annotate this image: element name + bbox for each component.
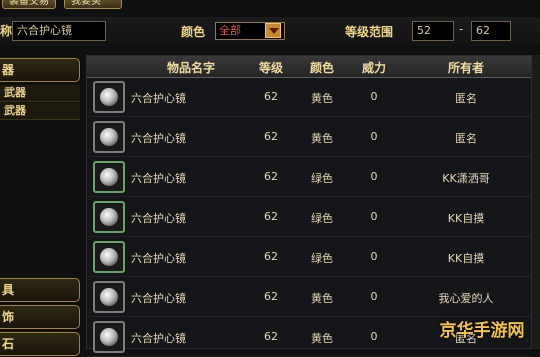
item-table: 物品名字 等级 颜色 威力 所有者 六合护心镜 62 黄色 0 匿名 六合护心镜 62 黄色 0… [86, 55, 532, 357]
filter-bar: 称 六合护心镜 颜色 全部 等级范围 52 - 62 [0, 17, 540, 47]
cell-item-name: 六合护心镜 [131, 132, 186, 145]
cell-level: 62 [264, 330, 278, 343]
item-name-input[interactable]: 六合护心镜 [12, 21, 106, 41]
cell-item-name: 六合护心镜 [131, 92, 186, 105]
header-color: 颜色 [309, 61, 334, 75]
cell-level: 62 [264, 250, 278, 263]
cell-color: 绿色 [311, 172, 333, 185]
cell-power: 0 [370, 250, 378, 263]
sidebar-item-tools[interactable]: 具 [0, 278, 80, 302]
color-select-value: 全部 [219, 24, 241, 37]
mirror-item-icon[interactable] [93, 81, 125, 113]
cell-owner: KK自摸 [447, 252, 485, 265]
cell-color: 绿色 [311, 252, 333, 265]
sidebar-subitem-weapon-1[interactable]: 武器 [0, 85, 80, 102]
mirror-item-icon[interactable] [93, 121, 125, 153]
cell-color: 绿色 [311, 212, 333, 225]
header-power: 威力 [361, 61, 386, 75]
level-separator: - [459, 22, 464, 36]
category-sidebar: 器 武器 武器 具 饰 石 [0, 54, 82, 356]
cell-color: 黄色 [311, 92, 333, 105]
cell-level: 62 [264, 210, 278, 223]
level-max-input[interactable]: 62 [471, 21, 511, 41]
mirror-item-icon[interactable] [93, 281, 125, 313]
cell-level: 62 [264, 130, 278, 143]
table-row[interactable]: 六合护心镜 62 绿色 0 KK潇洒哥 [87, 158, 531, 197]
tab-equipment-trade[interactable]: 装备交易 [2, 0, 56, 9]
cell-item-name: 六合护心镜 [131, 292, 186, 305]
table-scrollbar[interactable] [532, 55, 540, 349]
color-label: 颜色 [181, 25, 206, 39]
level-min-input[interactable]: 52 [412, 21, 454, 41]
cell-power: 0 [370, 290, 378, 303]
name-label: 称 [0, 24, 13, 38]
cell-item-name: 六合护心镜 [131, 172, 186, 185]
table-row[interactable]: 六合护心镜 62 绿色 0 KK自摸 [87, 198, 531, 237]
cell-item-name: 六合护心镜 [131, 252, 186, 265]
sidebar-item-accessories[interactable]: 饰 [0, 305, 80, 329]
chevron-down-icon[interactable] [265, 23, 281, 38]
sidebar-item-weapons[interactable]: 器 [0, 58, 80, 82]
level-range-label: 等级范围 [345, 25, 394, 39]
tab-buy[interactable]: 我要买 [64, 0, 122, 9]
mirror-item-icon[interactable] [93, 201, 125, 233]
table-row[interactable]: 六合护心镜 62 黄色 0 匿名 [87, 78, 531, 117]
cell-owner: 匿名 [455, 92, 477, 105]
table-row[interactable]: 六合护心镜 62 绿色 0 KK自摸 [87, 238, 531, 277]
mirror-item-icon[interactable] [93, 321, 125, 353]
cell-color: 黄色 [311, 332, 333, 345]
watermark: 京华手游网 [439, 321, 525, 341]
cell-owner: KK自摸 [447, 212, 485, 225]
cell-power: 0 [370, 90, 378, 103]
sidebar-item-stones[interactable]: 石 [0, 332, 80, 356]
cell-power: 0 [370, 330, 378, 343]
cell-power: 0 [370, 170, 378, 183]
cell-color: 黄色 [311, 132, 333, 145]
header-level: 等级 [258, 61, 283, 75]
top-tabs: 装备交易 我要买 [0, 0, 540, 16]
cell-item-name: 六合护心镜 [131, 332, 186, 345]
cell-owner: KK潇洒哥 [442, 172, 490, 185]
mirror-item-icon[interactable] [93, 161, 125, 193]
table-row[interactable]: 六合护心镜 62 黄色 0 我心爱的人 [87, 278, 531, 317]
header-owner: 所有者 [447, 61, 484, 75]
cell-owner: 我心爱的人 [438, 292, 494, 305]
sidebar-subitem-weapon-2[interactable]: 武器 [0, 103, 80, 120]
cell-item-name: 六合护心镜 [131, 212, 186, 225]
cell-level: 62 [264, 290, 278, 303]
cell-owner: 匿名 [455, 132, 477, 145]
table-row[interactable]: 六合护心镜 62 黄色 0 匿名 [87, 118, 531, 157]
header-item-name: 物品名字 [166, 61, 215, 75]
cell-level: 62 [264, 90, 278, 103]
cell-level: 62 [264, 170, 278, 183]
table-header: 物品名字 等级 颜色 威力 所有者 [87, 56, 531, 78]
cell-power: 0 [370, 130, 378, 143]
cell-power: 0 [370, 210, 378, 223]
cell-color: 黄色 [311, 292, 333, 305]
mirror-item-icon[interactable] [93, 241, 125, 273]
